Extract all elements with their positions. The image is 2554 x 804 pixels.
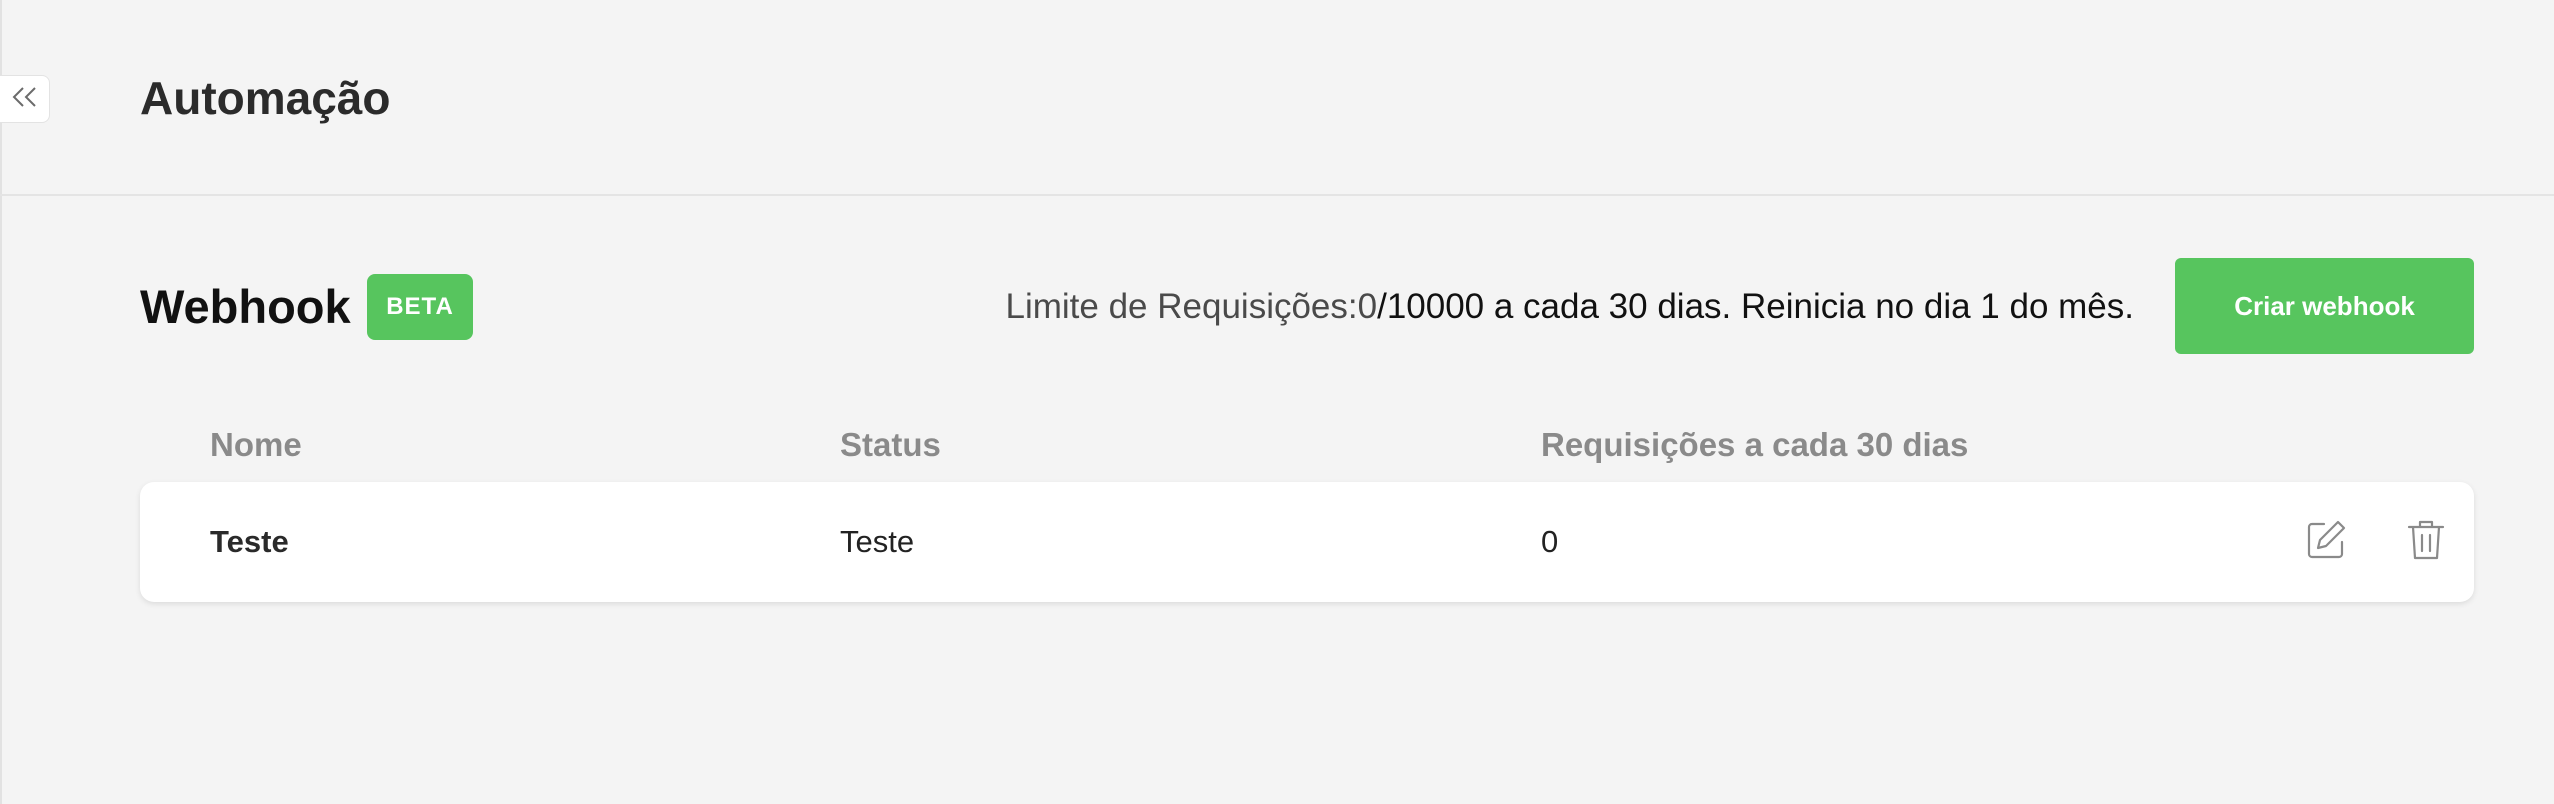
column-header-name: Nome <box>210 426 302 463</box>
delete-webhook-button[interactable] <box>2402 518 2450 566</box>
page-title: Automação <box>140 72 391 124</box>
beta-badge: BETA <box>367 274 473 340</box>
row-status: Teste <box>840 524 915 559</box>
table-header: Nome Status Requisições a cada 30 dias <box>140 420 2474 470</box>
request-limit-rest: /10000 a cada 30 dias. Reinicia no dia 1… <box>1377 287 2134 326</box>
table-row: Teste Teste 0 <box>140 482 2474 602</box>
trash-icon <box>2406 518 2446 567</box>
chevrons-left-icon <box>11 86 39 113</box>
sidebar-collapse-button[interactable] <box>0 75 50 123</box>
edit-icon <box>2304 518 2348 567</box>
request-limit-used: 0 <box>1357 287 1378 326</box>
row-requests: 0 <box>1541 524 1559 559</box>
webhook-section-title: Webhook <box>140 280 351 333</box>
column-header-requests: Requisições a cada 30 dias <box>1541 426 1969 463</box>
page-header: Automação <box>0 0 2554 196</box>
request-limit-label: Limite de Requisições: <box>1005 287 1358 326</box>
edit-webhook-button[interactable] <box>2302 518 2350 566</box>
request-limit-text: Limite de Requisições:0/10000 a cada 30 … <box>1006 282 2135 332</box>
column-header-status: Status <box>840 426 941 463</box>
create-webhook-button[interactable]: Criar webhook <box>2175 258 2474 354</box>
row-name: Teste <box>210 524 289 559</box>
